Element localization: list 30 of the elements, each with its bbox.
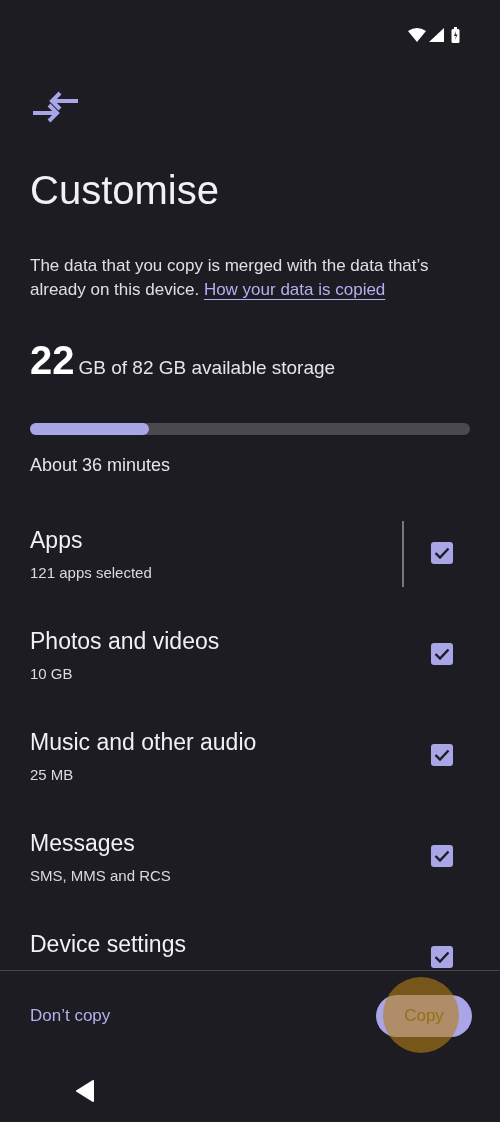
checkbox[interactable] <box>431 946 453 968</box>
back-icon[interactable] <box>75 1080 95 1102</box>
description-text: The data that you copy is merged with the data that’s already on this device. How your data is copied <box>30 255 430 301</box>
check-icon <box>434 951 450 963</box>
signal-icon <box>429 28 444 42</box>
battery-icon <box>451 27 460 43</box>
checkbox[interactable] <box>431 542 453 564</box>
storage-amount: 22 <box>30 338 75 383</box>
item-subtitle: 121 apps selected <box>30 564 153 581</box>
time-estimate: About 36 minutes <box>30 455 172 476</box>
checkbox[interactable] <box>431 744 453 766</box>
checkbox[interactable] <box>431 643 453 665</box>
storage-text: GB of 82 GB available storage <box>78 357 336 379</box>
item-title: Device settings <box>30 931 187 958</box>
item-title: Photos and videos <box>30 628 221 655</box>
item-title: Music and other audio <box>30 729 258 756</box>
item-subtitle: 10 GB <box>30 665 74 682</box>
check-icon <box>434 648 450 660</box>
item-title: Messages <box>30 830 136 857</box>
item-title: Apps <box>30 527 84 554</box>
checkbox[interactable] <box>431 845 453 867</box>
check-icon <box>434 850 450 862</box>
page-title: Customise <box>30 167 220 214</box>
check-icon <box>434 547 450 559</box>
check-icon <box>434 749 450 761</box>
dont-copy-button[interactable]: Don’t copy <box>30 1005 111 1026</box>
item-subtitle: SMS, MMS and RCS <box>30 867 172 884</box>
help-link[interactable]: How your data is copied <box>203 280 386 299</box>
item-subtitle: 25 MB <box>30 766 75 783</box>
wifi-icon <box>408 28 426 42</box>
